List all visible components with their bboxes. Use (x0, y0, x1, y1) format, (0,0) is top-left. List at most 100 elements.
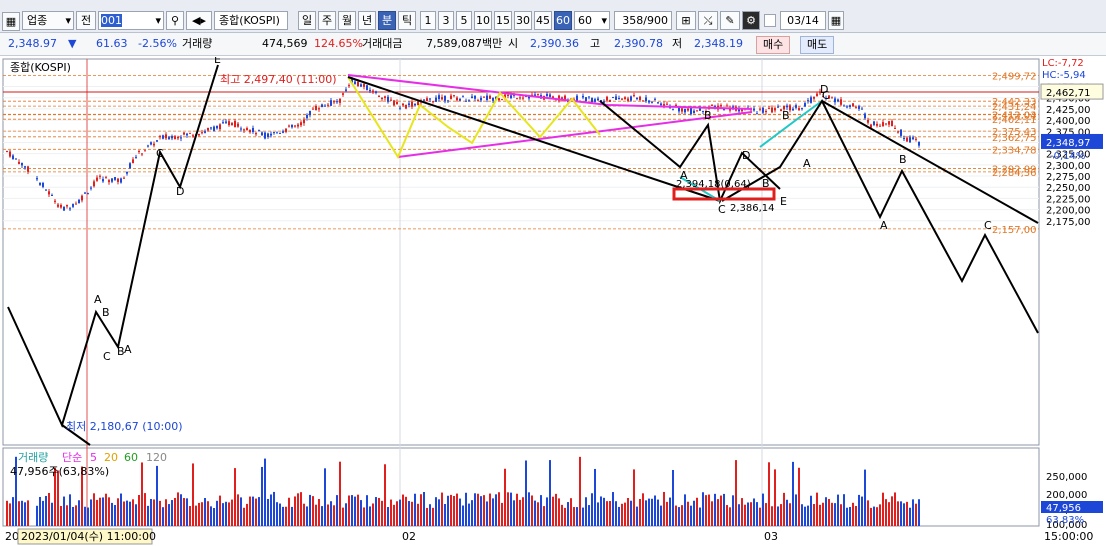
volume-bar (867, 500, 869, 526)
period-tick[interactable]: 틱 (398, 11, 416, 30)
drawing-icon[interactable]: ✎ (720, 11, 740, 30)
date-checkbox[interactable] (764, 14, 776, 27)
volume-bar (690, 505, 692, 526)
period-year[interactable]: 년 (358, 11, 376, 30)
volume-bar (645, 500, 647, 526)
candle-body (801, 108, 803, 110)
volume-bar (555, 493, 557, 526)
candle-body (48, 191, 50, 195)
sector-select-value: 업종 (27, 14, 48, 27)
minute-5[interactable]: 5 (456, 11, 472, 30)
volume-bar (618, 506, 620, 526)
volume-bar (198, 502, 200, 526)
volume-ma-period: 120 (146, 451, 167, 464)
volume-bar (750, 502, 752, 526)
volume-bar (621, 503, 623, 526)
buy-button[interactable]: 매수 (756, 36, 791, 54)
volume-bar (675, 505, 677, 526)
minute-3[interactable]: 3 (438, 11, 454, 30)
volume-ma-label: 단순 (62, 451, 82, 464)
candle-body (852, 103, 854, 107)
search-icon[interactable]: ⚲ (166, 11, 184, 30)
price-level-label: 2,157,00 (992, 225, 1037, 236)
sell-button[interactable]: 매도 (800, 36, 835, 54)
volume-bar (243, 507, 245, 526)
minute-15[interactable]: 15 (494, 11, 512, 30)
candle-body (378, 96, 380, 98)
volume-bar (528, 492, 530, 526)
settings-icon[interactable]: ⚙ (742, 11, 760, 30)
minute-60[interactable]: 60 (554, 11, 572, 30)
volume-bar (738, 504, 740, 526)
calendar-icon[interactable]: ▦ (828, 11, 844, 30)
candle-body (312, 108, 314, 110)
volume-bar (225, 501, 227, 526)
menu-icon[interactable]: ▦ (2, 12, 20, 31)
minute-1[interactable]: 1 (420, 11, 436, 30)
candle-body (294, 125, 296, 127)
minute-10[interactable]: 10 (474, 11, 492, 30)
y-tick-label: 2,300,00 (1046, 161, 1091, 172)
candle-body (678, 107, 680, 112)
volume-bar (636, 506, 638, 526)
code-input[interactable]: 001 ▾ (98, 11, 164, 30)
sector-select[interactable]: 업종 ▾ (22, 11, 74, 30)
volume-bar (831, 502, 833, 526)
volume-bar (906, 501, 908, 526)
candle-body (342, 93, 344, 95)
count-field[interactable]: 358/900 (614, 11, 672, 30)
speaker-icon[interactable]: ◀▸ (186, 11, 212, 30)
volume-bar (696, 497, 698, 526)
volume-bar (489, 493, 491, 526)
y-tick-label: 2,400,00 (1046, 116, 1091, 127)
volume-bar (531, 495, 533, 526)
chevron-down-icon: ▾ (155, 14, 161, 27)
candle-body (681, 108, 683, 112)
volume-bar (189, 506, 191, 526)
candle-body (591, 97, 593, 103)
volume-bar (99, 497, 101, 526)
candle-body (798, 108, 800, 111)
candle-body (615, 96, 617, 100)
volume-bar (891, 496, 893, 526)
minute-dropdown[interactable]: 60 ▾ (574, 11, 610, 30)
period-day[interactable]: 일 (298, 11, 316, 30)
minute-dropdown-value: 60 (578, 14, 592, 27)
date-field[interactable]: 03/14 (780, 11, 826, 30)
volume-bar (393, 504, 395, 526)
volume-bar (783, 492, 785, 526)
grid-icon[interactable]: ⊞ (676, 11, 696, 30)
period-month[interactable]: 월 (338, 11, 356, 30)
candle-body (108, 180, 110, 183)
candle-body (453, 95, 455, 97)
candle-body (645, 97, 647, 102)
candle-body (423, 99, 425, 101)
volume-bar (171, 500, 173, 526)
candle-body (72, 204, 74, 207)
volume-bar (144, 493, 146, 526)
volume-bar (210, 506, 212, 526)
jeon-button[interactable]: 전 (76, 11, 96, 30)
candle-body (339, 98, 341, 103)
chart-compare-icon[interactable]: ⤯ (698, 11, 718, 30)
candle-body (252, 127, 254, 133)
volume-bar (597, 502, 599, 526)
volume-bar (552, 496, 554, 526)
period-minute[interactable]: 분 (378, 11, 396, 30)
volume-bar (711, 501, 713, 526)
volume-bar (12, 497, 14, 526)
period-week[interactable]: 주 (318, 11, 336, 30)
volume-bar (276, 502, 278, 526)
volume-ma-period: 5 (90, 451, 97, 464)
candle-body (606, 96, 608, 101)
minute-30[interactable]: 30 (514, 11, 532, 30)
price-level-label: 2,499,72 (992, 72, 1037, 83)
volume-bar (375, 497, 377, 526)
volume-bar (420, 494, 422, 526)
candle-body (888, 121, 890, 125)
volume-bar (204, 498, 206, 526)
minute-45[interactable]: 45 (534, 11, 552, 30)
volume-bar (756, 502, 758, 526)
y-tick-label: 2,225,00 (1046, 194, 1091, 205)
volume-bar (219, 495, 221, 526)
